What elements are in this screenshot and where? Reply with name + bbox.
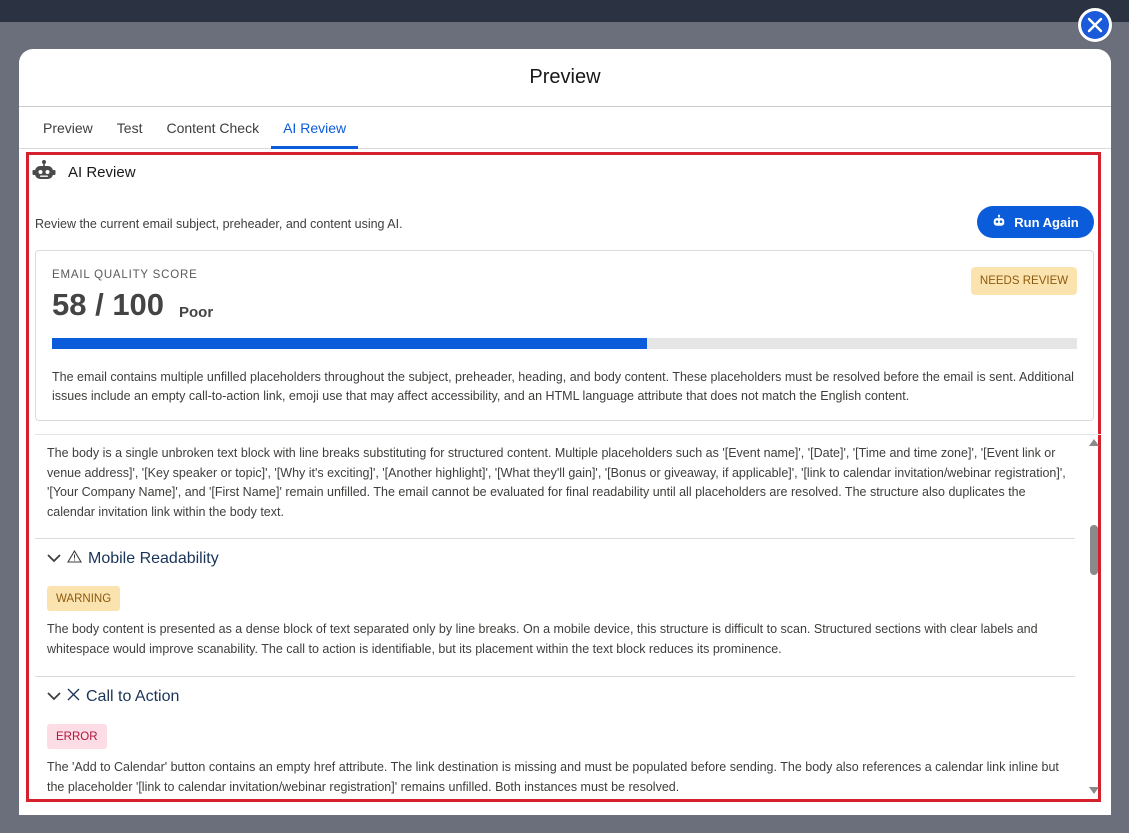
scrollbar-thumb[interactable] [1090, 525, 1098, 575]
score-summary: The email contains multiple unfilled pla… [52, 370, 1074, 403]
ai-review-description: Review the current email subject, prehea… [35, 217, 403, 231]
scroll-up-arrow[interactable] [1089, 439, 1099, 446]
robot-icon [32, 159, 56, 186]
ai-review-title: AI Review [68, 164, 136, 181]
preview-modal: Preview Preview Test Content Check AI Re… [19, 49, 1111, 815]
error-badge: ERROR [47, 724, 107, 749]
ai-review-panel: AI Review Review the current email subje… [26, 152, 1101, 802]
tab-test[interactable]: Test [105, 107, 155, 148]
ai-review-header: AI Review [32, 159, 136, 186]
section-title: Mobile Readability [88, 550, 219, 567]
modal-title: Preview [529, 66, 601, 88]
close-button[interactable] [1078, 8, 1112, 42]
run-again-label: Run Again [1014, 214, 1079, 230]
section-call-to-action[interactable]: Call to Action [47, 688, 179, 706]
review-details-scroll[interactable]: The body is a single unbroken text block… [35, 434, 1101, 796]
score-progress-fill [52, 338, 647, 349]
section-title: Call to Action [86, 688, 180, 705]
modal-header: Preview [19, 49, 1111, 107]
score-card: EMAIL QUALITY SCORE 58 / 100 Poor NEEDS … [35, 250, 1094, 421]
chevron-down-icon [47, 688, 61, 706]
robot-icon [992, 214, 1006, 230]
warning-icon [67, 549, 82, 568]
tab-preview[interactable]: Preview [31, 107, 105, 148]
scroll-down-arrow[interactable] [1089, 787, 1099, 794]
score-label: EMAIL QUALITY SCORE [52, 269, 198, 281]
tab-ai-review[interactable]: AI Review [271, 107, 359, 149]
run-again-button[interactable]: Run Again [977, 206, 1094, 238]
x-icon [67, 688, 80, 706]
mobile-readability-text: The body content is presented as a dense… [47, 622, 1038, 656]
section-mobile-readability[interactable]: Mobile Readability [47, 549, 219, 568]
score-progress-bar [52, 338, 1077, 349]
score-value: 58 / 100 [52, 287, 165, 322]
tab-content-check[interactable]: Content Check [154, 107, 271, 148]
tab-bar: Preview Test Content Check AI Review [19, 107, 1111, 149]
divider [35, 676, 1075, 677]
call-to-action-text: The 'Add to Calendar' button contains an… [47, 760, 1059, 794]
chevron-down-icon [47, 550, 61, 568]
status-badge: NEEDS REVIEW [971, 267, 1077, 295]
close-icon [1081, 11, 1109, 39]
warning-badge: WARNING [47, 586, 121, 611]
body-structure-text: The body is a single unbroken text block… [47, 446, 1066, 519]
divider [35, 538, 1075, 539]
scrollbar[interactable] [1087, 435, 1101, 796]
score-grade: Poor [179, 304, 214, 321]
background-topbar [0, 0, 1129, 22]
